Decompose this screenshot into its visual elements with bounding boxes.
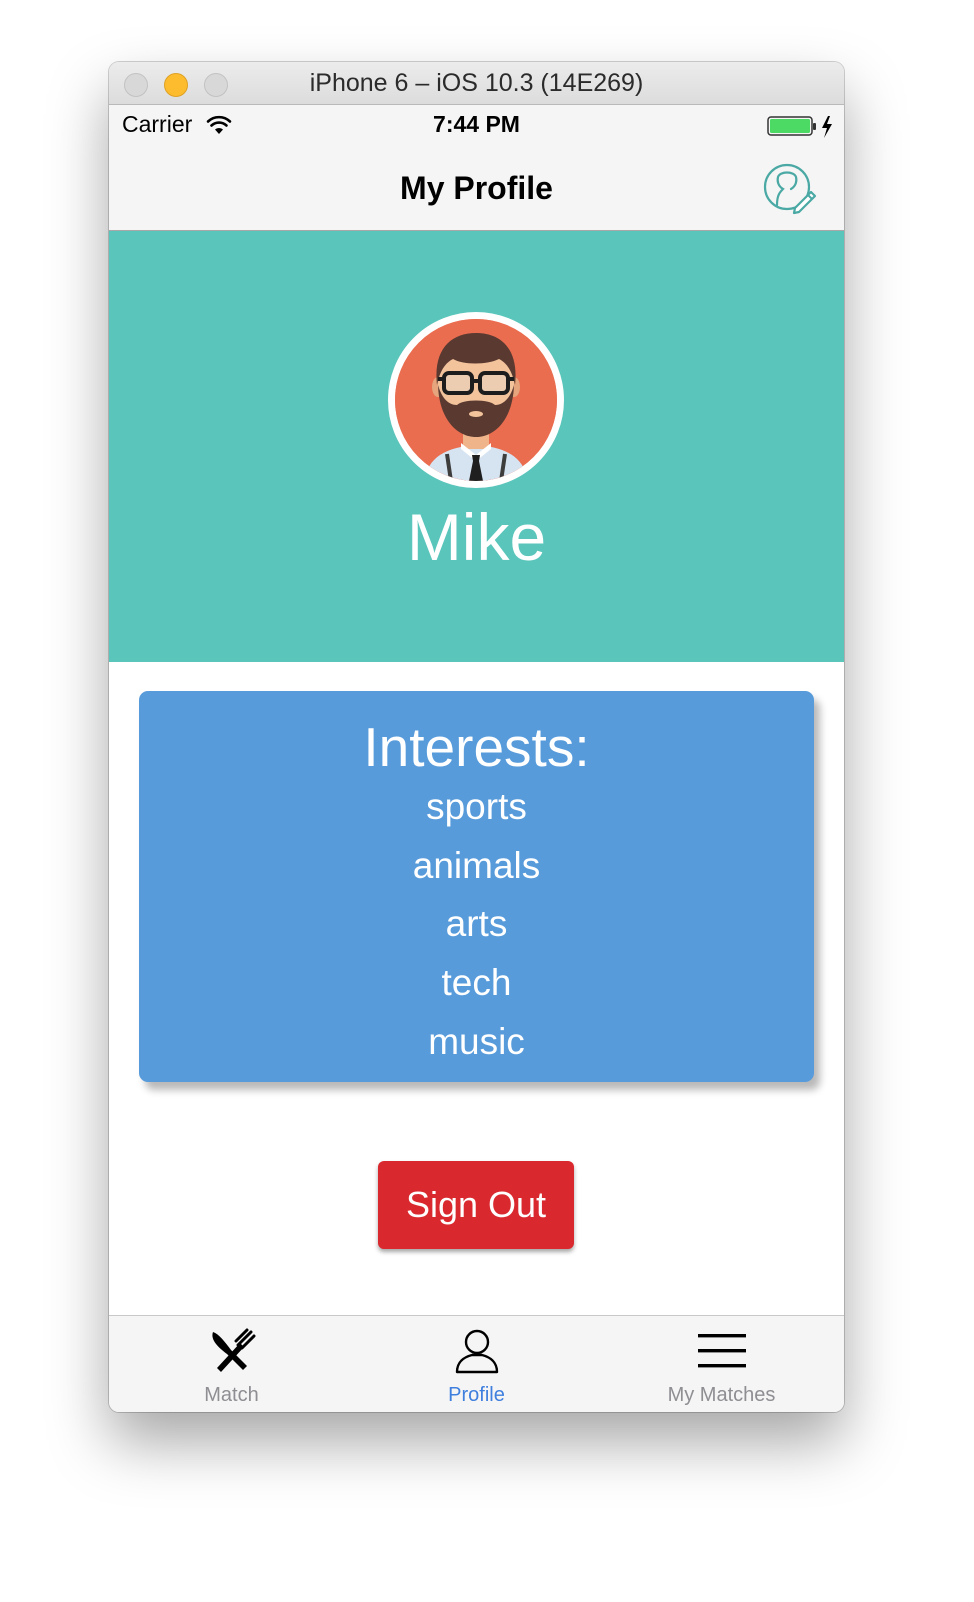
person-icon (455, 1329, 499, 1374)
interest-item: animals (412, 844, 541, 886)
fork-knife-icon (212, 1328, 256, 1372)
interests-heading: Interests: (363, 716, 590, 778)
tab-match-label: Match (204, 1384, 259, 1406)
navigation-bar: My Profile (109, 145, 844, 231)
bearded-man-avatar-icon (395, 319, 557, 481)
page-title: My Profile (400, 170, 553, 206)
sign-out-button[interactable]: Sign Out (378, 1161, 574, 1249)
battery-charging-icon (767, 115, 837, 144)
menu-lines-icon (698, 1334, 746, 1368)
interest-item: tech (441, 962, 512, 1004)
window-title: iPhone 6 – iOS 10.3 (14E269) (309, 69, 644, 97)
window-titlebar: iPhone 6 – iOS 10.3 (14E269) (109, 62, 844, 105)
interest-item: music (428, 1020, 525, 1062)
status-bar: Carrier 7:44 PM (109, 105, 844, 145)
interests-list: sports animals arts tech music (139, 786, 814, 1079)
tab-match[interactable]: Match (109, 1316, 354, 1412)
avatar (388, 312, 564, 488)
profile-name: Mike (406, 500, 547, 574)
tab-my-matches[interactable]: My Matches (599, 1316, 844, 1412)
interest-item: arts (445, 903, 508, 945)
tab-bar: Match Profile My Matches (109, 1315, 844, 1412)
profile-header: Mike (109, 231, 844, 662)
simulator-window: iPhone 6 – iOS 10.3 (14E269) Carrier 7:4… (109, 62, 844, 1412)
interest-item: sports (426, 786, 527, 827)
tab-profile[interactable]: Profile (354, 1316, 599, 1412)
edit-profile-icon (763, 163, 817, 215)
edit-profile-button[interactable] (761, 161, 817, 217)
tab-my-matches-label: My Matches (667, 1384, 776, 1406)
interests-card: Interests: sports animals arts tech musi… (139, 691, 814, 1082)
tab-profile-label: Profile (448, 1384, 505, 1406)
status-time: 7:44 PM (433, 111, 520, 137)
